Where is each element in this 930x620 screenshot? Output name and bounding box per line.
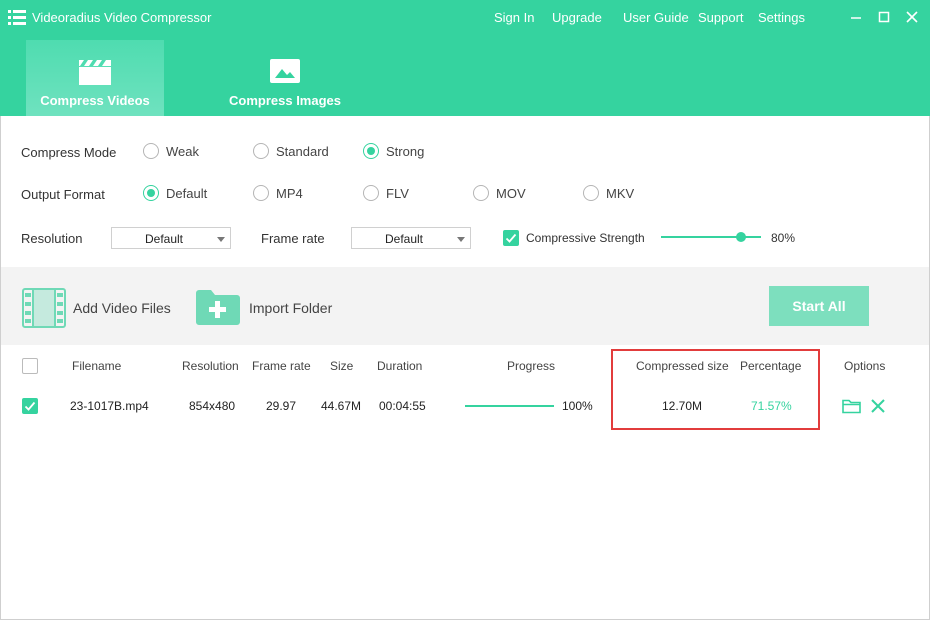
row-frame-rate: 29.97 xyxy=(266,399,297,413)
output-format-label: Output Format xyxy=(21,187,105,202)
header-duration: Duration xyxy=(377,359,423,373)
strength-value: 80% xyxy=(771,231,796,245)
tab-compress-videos[interactable]: Compress Videos xyxy=(26,40,164,116)
tab-label: Compress Images xyxy=(229,93,341,108)
row-duration: 00:04:55 xyxy=(379,399,426,413)
app-logo-icon xyxy=(8,10,26,25)
menu-upgrade[interactable]: Upgrade xyxy=(552,10,602,25)
radio-strong[interactable] xyxy=(363,143,379,159)
tab-compress-images[interactable]: Compress Images xyxy=(216,40,354,116)
header-progress: Progress xyxy=(507,359,556,373)
app-title: Videoradius Video Compressor xyxy=(32,10,212,25)
close-window-icon[interactable] xyxy=(904,9,920,25)
radio-weak[interactable] xyxy=(143,143,159,159)
option-default[interactable]: Default xyxy=(166,186,207,201)
folder-add-icon[interactable] xyxy=(195,288,241,326)
strength-slider-track[interactable] xyxy=(661,236,761,238)
checkmark-icon xyxy=(505,233,517,243)
menu-user-guide[interactable]: User Guide xyxy=(623,10,689,25)
chevron-down-icon xyxy=(457,237,465,242)
option-strong[interactable]: Strong xyxy=(386,144,424,159)
remove-icon[interactable] xyxy=(870,398,886,414)
header-resolution: Resolution xyxy=(182,359,239,373)
row-progress-text: 100% xyxy=(562,399,593,413)
compressive-strength-checkbox[interactable] xyxy=(503,230,519,246)
resolution-value: Default xyxy=(144,232,184,246)
radio-mp4[interactable] xyxy=(253,185,269,201)
add-video-files-button[interactable]: Add Video Files xyxy=(73,300,171,316)
row-filename: 23-1017B.mp4 xyxy=(70,399,149,413)
option-mov[interactable]: MOV xyxy=(496,186,526,201)
option-mkv[interactable]: MKV xyxy=(606,186,634,201)
radio-mkv[interactable] xyxy=(583,185,599,201)
compress-mode-label: Compress Mode xyxy=(21,145,117,160)
row-progress-bar xyxy=(465,405,554,407)
resolution-label: Resolution xyxy=(21,231,83,246)
header-frame-rate: Frame rate xyxy=(252,359,311,373)
header-options: Options xyxy=(844,359,886,373)
option-flv[interactable]: FLV xyxy=(386,186,409,201)
option-weak[interactable]: Weak xyxy=(166,144,199,159)
open-folder-icon[interactable] xyxy=(842,398,861,414)
radio-standard[interactable] xyxy=(253,143,269,159)
select-all-checkbox[interactable] xyxy=(22,358,38,374)
row-checkbox[interactable] xyxy=(22,398,38,414)
resolution-select[interactable]: Default xyxy=(111,227,231,249)
minimize-icon[interactable] xyxy=(848,9,864,25)
start-all-button[interactable]: Start All xyxy=(769,286,869,326)
row-size: 44.67M xyxy=(321,399,362,413)
film-strip-icon[interactable] xyxy=(22,288,66,328)
radio-mov[interactable] xyxy=(473,185,489,201)
toolbar: Add Video Files Import Folder Start All xyxy=(0,267,930,345)
highlight-box xyxy=(611,349,820,430)
chevron-down-icon xyxy=(217,237,225,242)
strength-slider-handle[interactable] xyxy=(736,232,746,242)
menu-sign-in[interactable]: Sign In xyxy=(494,10,534,25)
image-icon xyxy=(270,59,300,83)
header-filename: Filename xyxy=(72,359,122,373)
frame-rate-label: Frame rate xyxy=(261,231,325,246)
clapperboard-icon xyxy=(79,60,111,85)
maximize-icon[interactable] xyxy=(876,9,892,25)
row-resolution: 854x480 xyxy=(189,399,236,413)
checkmark-icon xyxy=(24,401,36,411)
compressive-strength-label: Compressive Strength xyxy=(526,231,645,245)
import-folder-button[interactable]: Import Folder xyxy=(249,300,332,316)
menu-support[interactable]: Support xyxy=(698,10,744,25)
frame-rate-select[interactable]: Default xyxy=(351,227,471,249)
radio-default[interactable] xyxy=(143,185,159,201)
tab-label: Compress Videos xyxy=(40,93,150,108)
header-size: Size xyxy=(330,359,354,373)
option-standard[interactable]: Standard xyxy=(276,144,329,159)
app-header: Videoradius Video Compressor Sign In Upg… xyxy=(0,0,930,116)
option-mp4[interactable]: MP4 xyxy=(276,186,303,201)
menu-settings[interactable]: Settings xyxy=(758,10,805,25)
frame-rate-value: Default xyxy=(384,232,424,246)
radio-flv[interactable] xyxy=(363,185,379,201)
